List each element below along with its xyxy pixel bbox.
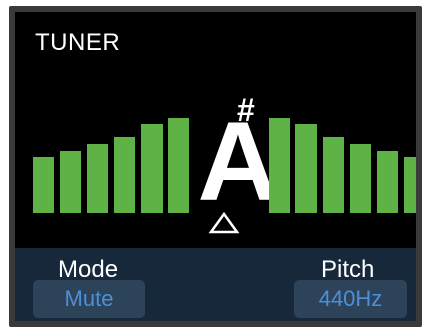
meter-bar-right-1 — [269, 118, 290, 213]
mode-button[interactable]: Mute — [33, 280, 145, 318]
meter-bar-left-4 — [87, 144, 108, 213]
meter-bar-right-2 — [295, 124, 317, 213]
meter-bar-right-6 — [404, 157, 416, 213]
pitch-button[interactable]: 440Hz — [294, 280, 407, 318]
meter-bar-right-5 — [377, 151, 398, 213]
meter-bar-left-6 — [33, 157, 54, 213]
meter-bar-left-1 — [168, 118, 189, 213]
meter-bar-left-2 — [141, 124, 163, 213]
tuner-screen: TUNER A # Mode Pitch Mute 440Hz — [15, 12, 416, 321]
meter-bar-left-5 — [60, 151, 81, 213]
triangle-up-outline-icon — [208, 211, 240, 234]
meter-bar-right-4 — [350, 144, 371, 213]
sharp-accidental: # — [237, 92, 255, 128]
control-panel: Mode Pitch Mute 440Hz — [15, 248, 416, 321]
meter-bar-right-3 — [323, 137, 344, 213]
meter-bar-left-3 — [114, 137, 135, 213]
screen-title: TUNER — [35, 29, 121, 56]
